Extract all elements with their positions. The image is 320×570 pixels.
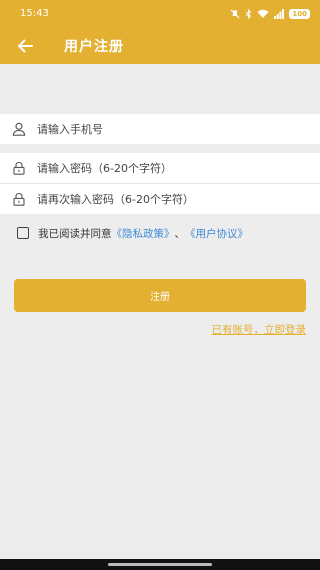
confirm-password-field: [0, 184, 320, 214]
login-link[interactable]: 已有账号，立即登录: [212, 322, 307, 337]
phone-input[interactable]: [37, 122, 297, 136]
privacy-policy-link[interactable]: 《隐私政策》: [112, 226, 175, 241]
register-button[interactable]: 注册: [14, 279, 306, 312]
home-indicator[interactable]: [108, 563, 212, 566]
app-bar: 用户注册: [0, 27, 320, 64]
confirm-password-input[interactable]: [37, 192, 297, 206]
wifi-icon: [257, 9, 269, 18]
status-time: 15:43: [20, 8, 49, 19]
signal-icon: [274, 8, 285, 19]
agreement-separator: 、: [174, 227, 186, 240]
back-button[interactable]: [0, 27, 50, 64]
agreement-prefix: 我已阅读并同意: [38, 227, 112, 240]
bluetooth-icon: [246, 8, 252, 19]
arrow-left-icon: [18, 39, 33, 52]
status-bar: 15:43 100: [0, 0, 320, 27]
status-icons: 100: [230, 8, 310, 19]
mute-icon: [230, 9, 240, 18]
user-icon: [12, 122, 26, 136]
system-nav-bar: [0, 559, 320, 570]
phone-field: [0, 114, 320, 144]
battery-indicator: 100: [289, 8, 310, 19]
agreement-checkbox[interactable]: [17, 227, 29, 239]
page-title: 用户注册: [64, 38, 124, 55]
password-input[interactable]: [37, 161, 297, 175]
agreement-row: 我已阅读并同意 《隐私政策》 、 《用户协议》: [17, 225, 248, 241]
lock-icon: [12, 161, 26, 175]
password-field: [0, 153, 320, 183]
terms-link[interactable]: 《用户协议》: [185, 226, 248, 241]
lock-icon: [12, 192, 26, 206]
